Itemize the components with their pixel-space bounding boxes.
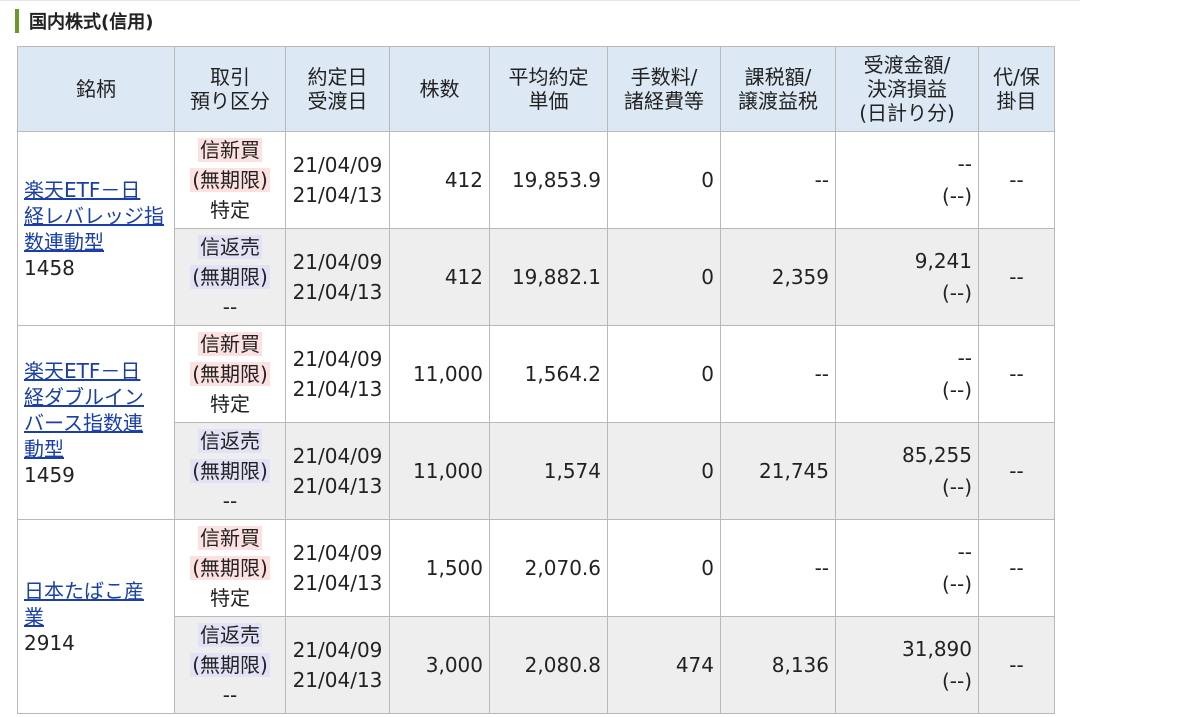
fee-cell: 0 bbox=[607, 519, 721, 617]
trade-type-badge: 信返売 bbox=[198, 235, 262, 259]
trade-type-badge: 信新買 bbox=[198, 526, 262, 550]
tax-cell: 2,359 bbox=[720, 228, 836, 326]
amount-cell: -- (--) bbox=[835, 519, 979, 617]
col-header-tax: 課税額/譲渡益税 bbox=[720, 46, 836, 132]
avg-price-cell: 19,882.1 bbox=[489, 228, 608, 326]
shares-cell: 11,000 bbox=[389, 422, 490, 520]
stock-code: 2914 bbox=[24, 630, 75, 655]
margin-cell: -- bbox=[978, 228, 1055, 326]
col-header-stock: 銘柄 bbox=[17, 46, 175, 132]
margin-cell: -- bbox=[978, 422, 1055, 520]
col-header-trade-type: 取引 預り区分 bbox=[174, 46, 286, 132]
dates-cell: 21/04/09 21/04/13 bbox=[285, 325, 390, 423]
avg-price-cell: 19,853.9 bbox=[489, 131, 608, 229]
col-header-fee: 手数料/諸経費等 bbox=[607, 46, 721, 132]
avg-price-cell: 1,574 bbox=[489, 422, 608, 520]
shares-cell: 3,000 bbox=[389, 616, 490, 714]
shares-cell: 11,000 bbox=[389, 325, 490, 423]
stock-cell: 楽天ETF－日 経レバレッジ指 数連動型 1458 bbox=[17, 131, 175, 326]
tax-cell: 8,136 bbox=[720, 616, 836, 714]
amount-cell: 9,241 (--) bbox=[835, 228, 979, 326]
margin-cell: -- bbox=[978, 519, 1055, 617]
term-badge: (無期限) bbox=[190, 362, 270, 386]
trade-type-cell: 信新買 (無期限) 特定 bbox=[174, 519, 286, 617]
table-row: 楽天ETF－日 経ダブルイン バース指数連 動型 1459 信新買 (無期限) 特定 21… bbox=[17, 325, 1055, 520]
tax-cell: 21,745 bbox=[720, 422, 836, 520]
avg-price-cell: 2,080.8 bbox=[489, 616, 608, 714]
stock-name-link[interactable]: 楽天ETF－日 経ダブルイン バース指数連 動型 bbox=[24, 358, 168, 462]
col-header-amount: 受渡金額/決済損益 (日計り分) bbox=[835, 46, 979, 132]
account-type: -- bbox=[222, 683, 238, 707]
trade-type-badge: 信新買 bbox=[198, 332, 262, 356]
trade-type-cell: 信返売 (無期限) -- bbox=[174, 228, 286, 326]
fee-cell: 0 bbox=[607, 131, 721, 229]
term-badge: (無期限) bbox=[190, 556, 270, 580]
dates-cell: 21/04/09 21/04/13 bbox=[285, 228, 390, 326]
col-header-dates: 約定日 受渡日 bbox=[285, 46, 390, 132]
trade-type-cell: 信返売 (無期限) -- bbox=[174, 422, 286, 520]
col-header-shares: 株数 bbox=[389, 46, 490, 132]
account-type: -- bbox=[222, 489, 238, 513]
shares-cell: 412 bbox=[389, 131, 490, 229]
header-row: 銘柄 取引 預り区分 約定日 受渡日 株数 平均約定 単価 手数料/諸経費等 課税額/… bbox=[17, 46, 1055, 132]
dates-cell: 21/04/09 21/04/13 bbox=[285, 131, 390, 229]
section-heading: 国内株式(信用) bbox=[15, 8, 153, 34]
fee-cell: 0 bbox=[607, 325, 721, 423]
fee-cell: 0 bbox=[607, 422, 721, 520]
account-type: 特定 bbox=[210, 392, 250, 416]
dates-cell: 21/04/09 21/04/13 bbox=[285, 616, 390, 714]
tax-cell: -- bbox=[720, 519, 836, 617]
margin-cell: -- bbox=[978, 131, 1055, 229]
fee-cell: 0 bbox=[607, 228, 721, 326]
section-title: 国内株式(信用) bbox=[29, 12, 154, 33]
top-divider bbox=[0, 0, 1080, 1]
avg-price-cell: 2,070.6 bbox=[489, 519, 608, 617]
stock-code: 1458 bbox=[24, 255, 75, 280]
amount-cell: 31,890 (--) bbox=[835, 616, 979, 714]
stock-cell: 日本たばこ産業 2914 bbox=[17, 519, 175, 714]
fee-cell: 474 bbox=[607, 616, 721, 714]
stock-cell: 楽天ETF－日 経ダブルイン バース指数連 動型 1459 bbox=[17, 325, 175, 520]
trade-type-cell: 信返売 (無期限) -- bbox=[174, 616, 286, 714]
term-badge: (無期限) bbox=[190, 459, 270, 483]
trade-type-badge: 信新買 bbox=[198, 138, 262, 162]
term-badge: (無期限) bbox=[190, 265, 270, 289]
margin-trade-table: 銘柄 取引 預り区分 約定日 受渡日 株数 平均約定 単価 手数料/諸経費等 課税額/… bbox=[17, 46, 1055, 714]
stock-name-link[interactable]: 楽天ETF－日 経レバレッジ指 数連動型 bbox=[24, 177, 168, 255]
account-type: 特定 bbox=[210, 586, 250, 610]
trade-type-badge: 信返売 bbox=[198, 429, 262, 453]
shares-cell: 1,500 bbox=[389, 519, 490, 617]
avg-price-cell: 1,564.2 bbox=[489, 325, 608, 423]
heading-accent-bar bbox=[15, 9, 19, 33]
dates-cell: 21/04/09 21/04/13 bbox=[285, 519, 390, 617]
dates-cell: 21/04/09 21/04/13 bbox=[285, 422, 390, 520]
term-badge: (無期限) bbox=[190, 653, 270, 677]
tax-cell: -- bbox=[720, 131, 836, 229]
stock-code: 1459 bbox=[24, 462, 75, 487]
table-row: 楽天ETF－日 経レバレッジ指 数連動型 1458 信新買 (無期限) 特定 21/04… bbox=[17, 131, 1055, 326]
trade-type-cell: 信新買 (無期限) 特定 bbox=[174, 325, 286, 423]
amount-cell: -- (--) bbox=[835, 131, 979, 229]
amount-cell: 85,255 (--) bbox=[835, 422, 979, 520]
shares-cell: 412 bbox=[389, 228, 490, 326]
term-badge: (無期限) bbox=[190, 168, 270, 192]
table-row: 日本たばこ産業 2914 信新買 (無期限) 特定 21/04/09 21/04/13… bbox=[17, 519, 1055, 714]
margin-cell: -- bbox=[978, 616, 1055, 714]
account-type: 特定 bbox=[210, 198, 250, 222]
col-header-avg-price: 平均約定 単価 bbox=[489, 46, 608, 132]
amount-cell: -- (--) bbox=[835, 325, 979, 423]
account-type: -- bbox=[222, 295, 238, 319]
margin-cell: -- bbox=[978, 325, 1055, 423]
trade-type-cell: 信新買 (無期限) 特定 bbox=[174, 131, 286, 229]
stock-name-link[interactable]: 日本たばこ産業 bbox=[24, 578, 168, 630]
col-header-margin: 代/保 掛目 bbox=[978, 46, 1055, 132]
trade-type-badge: 信返売 bbox=[198, 623, 262, 647]
tax-cell: -- bbox=[720, 325, 836, 423]
